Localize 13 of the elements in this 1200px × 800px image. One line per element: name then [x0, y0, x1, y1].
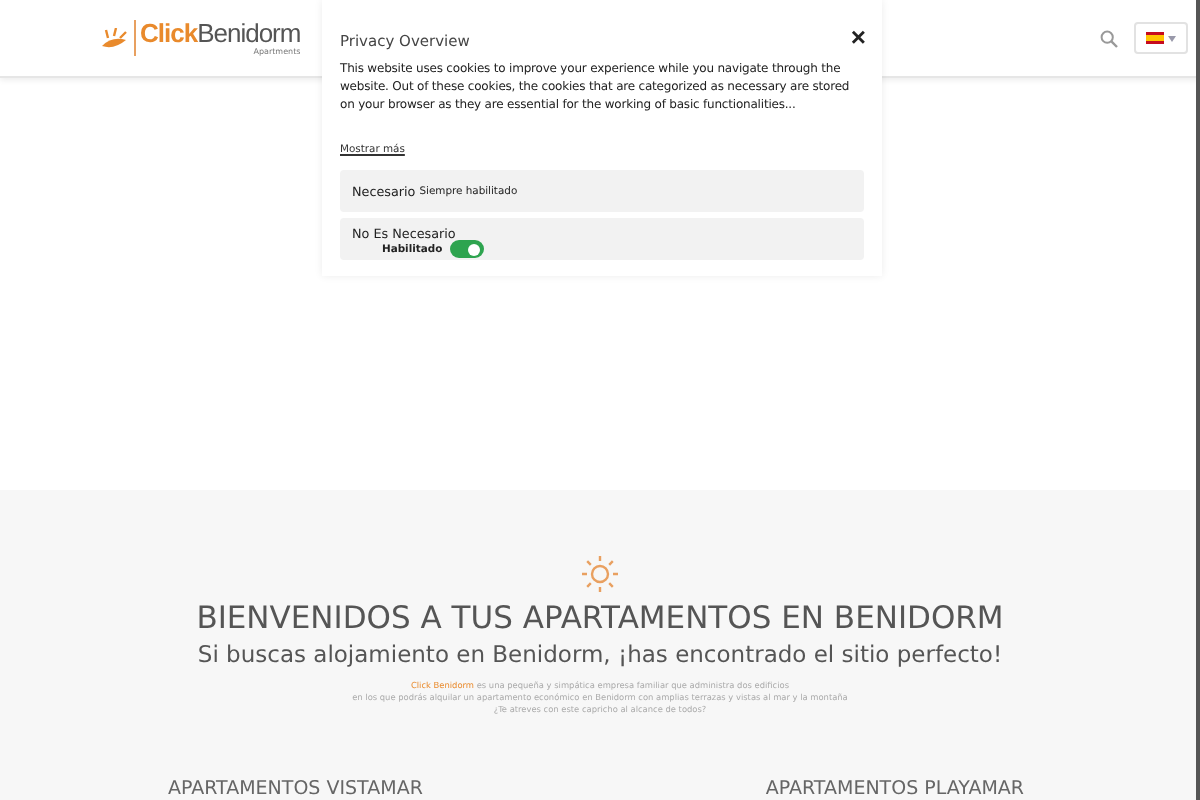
sun-icon	[582, 556, 618, 592]
search-icon[interactable]	[1100, 29, 1118, 47]
language-selector[interactable]	[1134, 22, 1188, 54]
section-title: APARTAMENTOS VISTAMAR	[168, 778, 423, 800]
caret-icon	[1168, 35, 1176, 41]
welcome-title: BIENVENIDOS A TUS APARTAMENTOS EN BENIDORM	[196, 600, 1004, 636]
section-title: APARTAMENTOS PLAYAMAR	[765, 778, 1024, 800]
close-button[interactable]: ×	[850, 24, 866, 52]
toggle-switch[interactable]	[450, 240, 485, 258]
sun-logo-icon	[100, 27, 128, 49]
brand-name: ClickBenidorm	[140, 20, 301, 46]
flag-icon	[1146, 32, 1164, 44]
welcome-subtitle: Si buscas alojamiento en Benidorm, ¡has encontrado el sitio perfecto!	[197, 640, 1003, 668]
